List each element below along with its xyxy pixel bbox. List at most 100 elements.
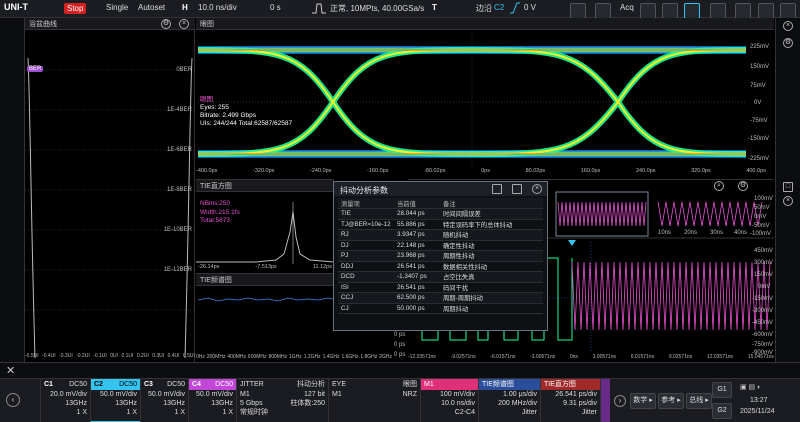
channel-c4[interactable]: C4 DC50 50.0 mV/div 13GHz 1 X (188, 379, 236, 422)
table-cell: TJ@BER=10e-12 (338, 219, 394, 230)
tie-spec-x-tick: 600MHz (247, 354, 267, 360)
jitter-bits: 127 bit (303, 391, 325, 398)
wave-y-tick: -450mV (752, 320, 774, 326)
tie-spectrum-function[interactable]: TIE频谱图 1.00 μs/div 200 MHz/div Jitter (478, 379, 540, 422)
jitter-rate: 5 Gbps (240, 400, 263, 407)
eye-uis: UIs: 244/244 (200, 120, 237, 127)
channel-bandwidth: 13GHz (211, 400, 233, 407)
home-icon[interactable] (662, 3, 678, 19)
spec-scale: 1.00 μs/div (503, 391, 537, 398)
channel-c1[interactable]: C1 DC50 20.0 mV/div 13GHz 1 X (40, 379, 90, 422)
g2-button[interactable]: G2 (712, 403, 732, 419)
wave-y-tick: -150mV (752, 296, 774, 302)
timebase-value[interactable]: 10.0 ns/div (198, 3, 237, 12)
channel-scale: 50.0 mV/div (100, 391, 137, 398)
extra-function-tab[interactable] (600, 379, 610, 422)
math-menu-button[interactable]: 数学 ▸ (630, 393, 656, 409)
save-icon[interactable] (492, 184, 502, 194)
autoset-button[interactable]: Autoset (138, 3, 165, 12)
table-cell: 特定误码率下的总体抖动 (440, 219, 543, 230)
eye-x-tick: -320.0ps (253, 168, 275, 174)
table-cell: 数据相关性抖动 (440, 261, 543, 272)
bathtub-y-tick: 1E-6BER (166, 147, 192, 153)
channel-coupling: DC50 (69, 381, 87, 388)
acq-button[interactable]: Acq (620, 3, 634, 12)
eye-y-tick: -150mV (748, 136, 770, 142)
wave-top-y-tick: -50mV (752, 223, 770, 229)
jitter-bins: 柱体数:250 (290, 400, 325, 407)
settings-icon[interactable]: ⚙ (783, 38, 793, 48)
table-cell: 62.500 ps (394, 292, 440, 304)
bathtub-x-tick: 0.3UI (152, 353, 165, 359)
eye-title: 眼图 (200, 21, 214, 28)
bathtub-x-tick: -0.4UI (42, 353, 56, 359)
bathtub-y-tick: 1E-12BER (163, 267, 192, 273)
close-icon[interactable]: × (532, 184, 542, 194)
measure-tool-icon[interactable] (595, 3, 611, 19)
tie-hist-x-axis: -26.14ps -7.513ps 11.12ps (198, 264, 332, 270)
eye-x-tick: 0ps (481, 168, 490, 174)
bathtub-panel: 浴盆曲线 ⚙ × BER 0BER 1E-4BER 1E-6BER 1E-8BE… (25, 18, 195, 362)
table-cell: DCD (338, 271, 394, 283)
jitter-params-dialog: 抖动分析参数 × 测量项 当前值 备注 TIE 28.044 ps 时间间隔误差 T… (333, 181, 548, 331)
single-button[interactable]: Single (106, 3, 128, 12)
channel-bandwidth: 13GHz (163, 400, 185, 407)
acquisition-mode[interactable]: 正常, 10MPts, 40.00GSa/s (330, 3, 424, 14)
table-cell: DDJ (338, 261, 394, 272)
search-icon[interactable] (640, 3, 656, 19)
close-icon[interactable]: × (783, 196, 793, 206)
ref-menu-button[interactable]: 参考 ▸ (658, 393, 684, 409)
fullscreen-icon[interactable]: □ (783, 182, 793, 192)
ber-marker[interactable]: BER (27, 66, 44, 72)
cursor-tool-icon[interactable] (570, 3, 586, 19)
save-icon[interactable] (735, 3, 751, 19)
bus-menu-button[interactable]: 总线 ▸ (686, 393, 712, 409)
g1-button[interactable]: G1 (712, 382, 732, 398)
table-cell: 55.886 ps (394, 219, 440, 230)
table-cell: 时间间隔误差 (440, 208, 543, 220)
wave-top-x-tick: 30ns (710, 230, 724, 236)
table-cell: 码间干扰 (440, 282, 543, 293)
eye-y-tick: 150mV (750, 64, 770, 70)
scroll-right-icon[interactable]: › (614, 395, 626, 407)
window-icon[interactable] (758, 3, 774, 19)
tie-spec-x-tick: 1.2GHz (303, 354, 321, 360)
hist-scale: 26.541 ps/div (555, 391, 597, 398)
trigger-level[interactable]: 0 V (524, 3, 536, 12)
channel-c2[interactable]: C2 DC50 50.0 mV/div 13GHz 1 X (90, 379, 140, 422)
trigger-source[interactable]: C2 (494, 3, 504, 12)
menu-icon[interactable] (780, 3, 796, 19)
close-icon[interactable]: × (783, 21, 793, 31)
eye-function[interactable]: EYE 眼图 M1 NRZ (328, 379, 420, 422)
tie-hist-x-tick: 11.12ps (312, 264, 332, 270)
run-stop-button[interactable]: Stop (64, 3, 87, 14)
math-m1[interactable]: M1 100 mV/div 10.0 ns/div C2-C4 (420, 379, 478, 422)
jitter-function[interactable]: JITTER 抖动分析 M1 127 bit 5 Gbps 柱体数:250 常规时钟 (236, 379, 328, 422)
bathtub-x-tick: -0.5UI (25, 353, 39, 359)
table-cell: 26.541 ps (394, 282, 440, 293)
wave-top-x-tick: 10ns (658, 230, 672, 236)
channel-probe: 1 X (222, 409, 233, 416)
wave-top-y-tick: -100mV (750, 231, 772, 237)
tie-histogram-function[interactable]: TIE直方图 26.541 ps/div 9.31 ps/div Jitter (540, 379, 600, 422)
brand-logo: UNI-T (4, 2, 28, 12)
delay-value[interactable]: 0 s (270, 3, 281, 12)
zoom-fit-icon[interactable] (684, 3, 700, 19)
channel-c3[interactable]: C3 DC50 50.0 mV/div 13GHz 1 X (140, 379, 188, 422)
table-cell: 3.9347 ps (394, 229, 440, 241)
close-icon[interactable]: ✕ (6, 364, 15, 377)
math-menu-label: 数学 (633, 397, 648, 404)
bathtub-x-axis: -0.5UI -0.4UI -0.3UI -0.2UI -0.1UI 0UI 0… (25, 353, 195, 359)
tie-spec-x-tick: 1GHz (289, 354, 302, 360)
function-name: JITTER (240, 381, 264, 388)
trigger-type[interactable]: 边沿 (476, 3, 492, 14)
ref-menu-label: 参考 (661, 397, 676, 404)
hist-type: Jitter (581, 409, 597, 416)
eye-source: M1 (332, 391, 342, 398)
print-icon[interactable] (710, 3, 726, 19)
list-icon[interactable] (512, 184, 522, 194)
horizontal-label: H (182, 3, 188, 12)
scroll-left-icon[interactable]: ‹ (6, 393, 20, 407)
channel-name: C3 (144, 381, 153, 388)
wave-y-tick: 0mV (758, 284, 771, 290)
